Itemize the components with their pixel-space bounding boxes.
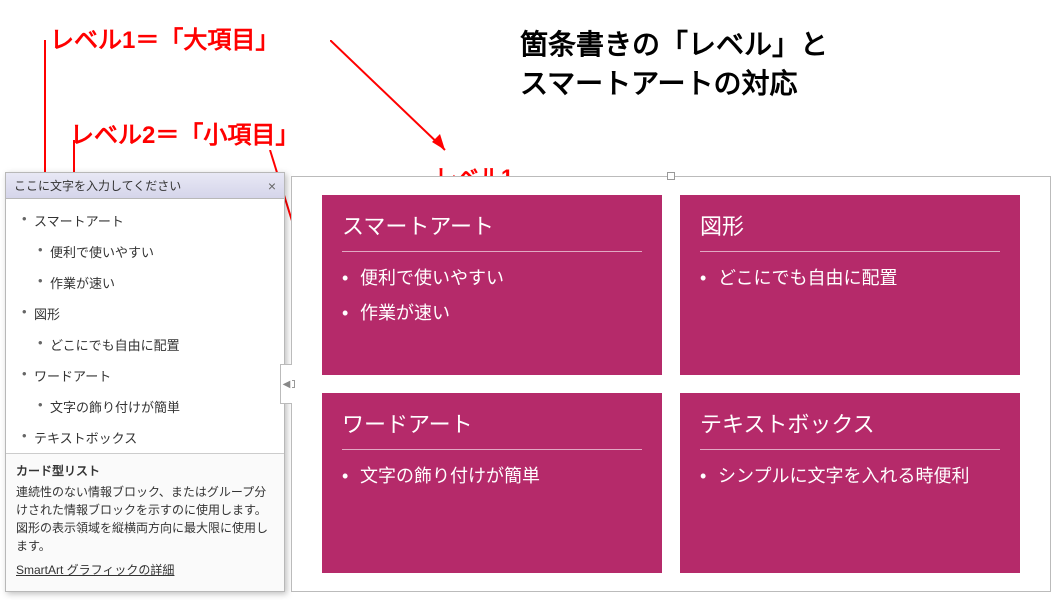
- smartart-details-link[interactable]: SmartArt グラフィックの詳細: [16, 561, 174, 579]
- list-item[interactable]: 文字の飾り付けが簡単: [22, 391, 278, 422]
- smartart-canvas[interactable]: ◀ スマートアート 便利で使いやすい 作業が速い 図形 どこにでも自由に配置 ワ…: [291, 176, 1051, 592]
- card-title[interactable]: 図形: [700, 209, 1000, 252]
- smartart-card[interactable]: ワードアート 文字の飾り付けが簡単: [322, 393, 662, 573]
- list-item[interactable]: どこにでも自由に配置: [22, 329, 278, 360]
- card-title[interactable]: テキストボックス: [700, 407, 1000, 450]
- smartart-card[interactable]: テキストボックス シンプルに文字を入れる時便利: [680, 393, 1020, 573]
- card-grid: スマートアート 便利で使いやすい 作業が速い 図形 どこにでも自由に配置 ワード…: [292, 177, 1050, 591]
- smartart-text-pane: ここに文字を入力してください × スマートアート 便利で使いやすい 作業が速い …: [5, 172, 285, 592]
- card-title[interactable]: スマートアート: [342, 209, 642, 252]
- card-bullet[interactable]: シンプルに文字を入れる時便利: [700, 464, 1000, 489]
- selection-handle-top[interactable]: [667, 172, 675, 180]
- list-item[interactable]: 便利で使いやすい: [22, 236, 278, 267]
- smartart-card[interactable]: 図形 どこにでも自由に配置: [680, 195, 1020, 375]
- annotation-level1-definition: レベル1＝「大項目」: [50, 20, 279, 55]
- list-item[interactable]: 作業が速い: [22, 267, 278, 298]
- annotation-title-line1: 箇条書きの「レベル」と: [520, 29, 828, 60]
- description-title: カード型リスト: [16, 462, 274, 480]
- smartart-card[interactable]: スマートアート 便利で使いやすい 作業が速い: [322, 195, 662, 375]
- close-icon[interactable]: ×: [268, 179, 276, 193]
- arrow-to-level1: [330, 40, 460, 165]
- annotation-title-line2: スマートアートの対応: [520, 68, 797, 99]
- text-pane-toggle-tab[interactable]: ◀: [280, 364, 292, 404]
- text-pane-description: カード型リスト 連続性のない情報ブロック、またはグループ分けされた情報ブロックを…: [6, 453, 284, 591]
- annotation-main-title: 箇条書きの「レベル」と スマートアートの対応: [520, 25, 828, 103]
- text-pane-header: ここに文字を入力してください ×: [6, 173, 284, 199]
- list-item[interactable]: スマートアート: [22, 205, 278, 236]
- text-pane-outline-list[interactable]: スマートアート 便利で使いやすい 作業が速い 図形 どこにでも自由に配置 ワード…: [6, 199, 284, 490]
- card-bullet[interactable]: 文字の飾り付けが簡単: [342, 464, 642, 489]
- annotation-level2-definition: レベル2＝「小項目」: [70, 115, 299, 150]
- description-body: 連続性のない情報ブロック、またはグループ分けされた情報ブロックを示すのに使用しま…: [16, 483, 274, 555]
- card-bullet[interactable]: 作業が速い: [342, 301, 642, 326]
- list-item[interactable]: 図形: [22, 298, 278, 329]
- list-item[interactable]: テキストボックス: [22, 422, 278, 453]
- card-bullet[interactable]: どこにでも自由に配置: [700, 266, 1000, 291]
- list-item[interactable]: ワードアート: [22, 360, 278, 391]
- card-title[interactable]: ワードアート: [342, 407, 642, 450]
- text-pane-header-label: ここに文字を入力してください: [14, 177, 181, 194]
- card-bullet[interactable]: 便利で使いやすい: [342, 266, 642, 291]
